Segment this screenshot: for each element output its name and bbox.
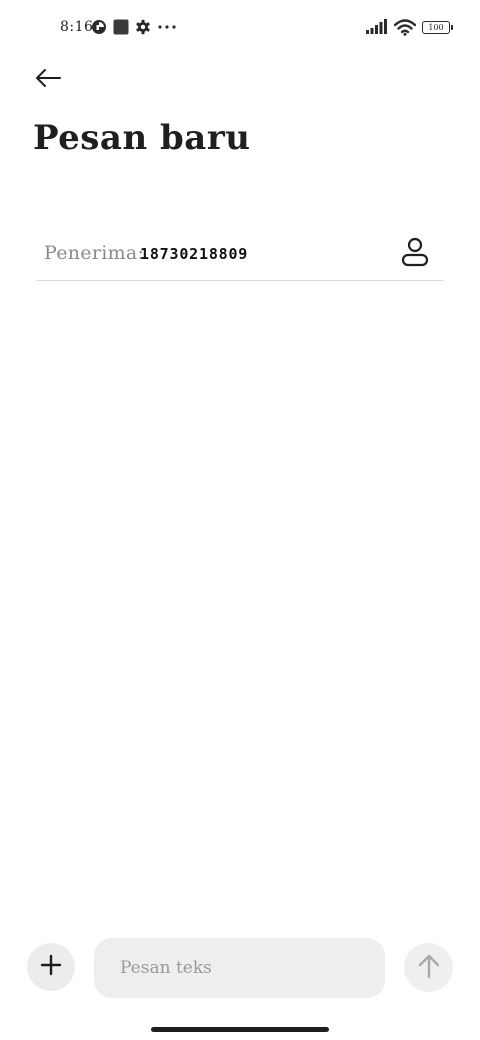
wifi-icon — [394, 18, 416, 36]
message-input[interactable] — [120, 954, 370, 982]
battery-level: 100 — [428, 22, 444, 32]
add-attachment-button[interactable] — [27, 943, 75, 991]
send-button[interactable] — [404, 943, 453, 992]
status-time: 8:16 — [60, 19, 94, 35]
back-button[interactable] — [28, 62, 68, 98]
signal-bars-icon — [366, 19, 388, 35]
recipient-input[interactable] — [140, 240, 380, 268]
battery-icon: 100 — [422, 20, 453, 34]
arrow-up-icon — [418, 953, 440, 983]
status-right-icons: 100 — [366, 17, 453, 37]
plus-icon — [40, 954, 62, 980]
more-dots-icon — [157, 19, 177, 35]
settings-gear-icon — [135, 19, 151, 35]
message-field — [94, 938, 385, 998]
contact-picker-button[interactable] — [400, 237, 430, 271]
person-icon — [401, 237, 429, 271]
status-left-icons — [91, 18, 177, 36]
arrow-left-icon — [33, 67, 63, 93]
recipient-label: Penerima: — [44, 242, 145, 264]
recipient-row: Penerima: — [36, 228, 444, 281]
home-indicator[interactable] — [151, 1027, 329, 1032]
data-saver-icon — [91, 19, 107, 35]
app-notification-icon — [113, 19, 129, 35]
page-title: Pesan baru — [33, 118, 251, 158]
status-bar: 8:16 100 — [0, 0, 480, 54]
